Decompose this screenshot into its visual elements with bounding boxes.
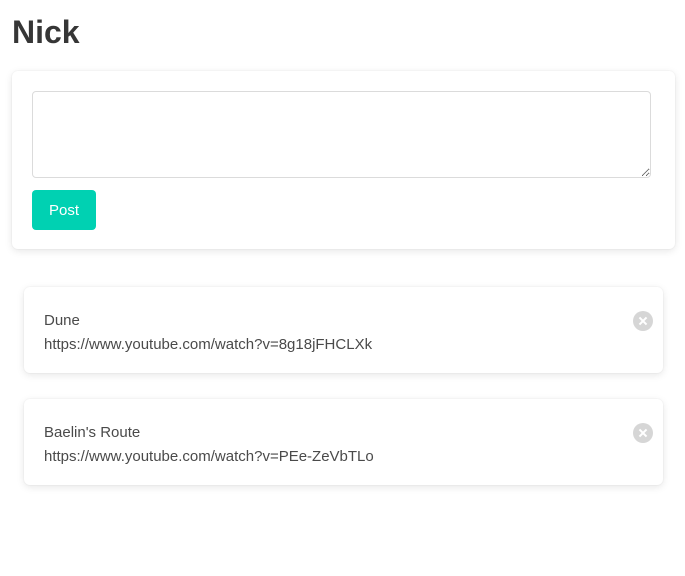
post-title: Dune bbox=[44, 312, 80, 329]
post-title: Baelin's Route bbox=[44, 424, 141, 441]
post-url: https://www.youtube.com/watch?v=PEe-ZeVb… bbox=[44, 448, 374, 465]
page-title: Nick bbox=[12, 14, 80, 50]
post-url: https://www.youtube.com/watch?v=8g18jFHC… bbox=[44, 336, 373, 353]
post-card: Dune https://www.youtube.com/watch?v=8g1… bbox=[24, 287, 663, 373]
delete-post-button[interactable] bbox=[633, 423, 653, 443]
post-card: Baelin's Route https://www.youtube.com/w… bbox=[24, 399, 663, 485]
post-button[interactable]: Post bbox=[32, 190, 96, 230]
delete-post-button[interactable] bbox=[633, 311, 653, 331]
post-composer: Post bbox=[12, 71, 675, 249]
post-textarea[interactable] bbox=[32, 91, 651, 178]
